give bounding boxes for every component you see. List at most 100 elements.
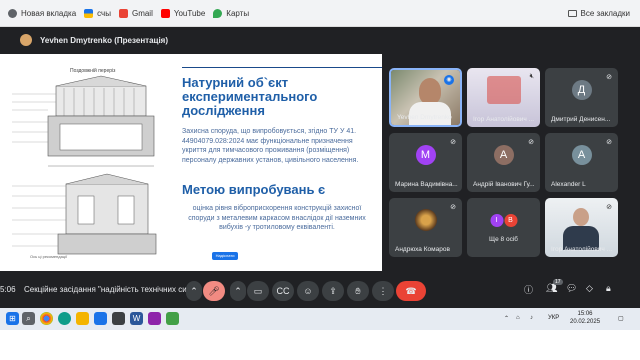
leave-call-button[interactable]: ☎︎ xyxy=(396,281,426,301)
participant-tile[interactable]: ◉ Yevhen Dmytrenko xyxy=(389,68,462,127)
bookmark-gmail[interactable]: Gmail xyxy=(118,8,153,18)
word-icon[interactable]: W xyxy=(130,312,143,325)
more-participants-avatars: І В xyxy=(490,214,517,227)
folder-icon xyxy=(567,9,577,17)
mic-off-icon: ⊘ xyxy=(450,139,456,146)
bookmark-label: счы xyxy=(97,8,111,18)
folder-icon[interactable] xyxy=(76,312,89,325)
video-content xyxy=(487,76,521,104)
meeting-clock: 5:06 xyxy=(0,285,16,294)
bookmark-new-tab[interactable]: Новая вкладка xyxy=(8,8,77,18)
bookmark-label: YouTube xyxy=(173,8,206,18)
bookmark-maps[interactable]: Карты xyxy=(213,8,250,18)
bookmark-label: Карты xyxy=(226,8,250,18)
bookmark-label: Новая вкладка xyxy=(21,8,77,18)
leaf-icon[interactable] xyxy=(166,312,179,325)
info-icon[interactable]: ⓘ xyxy=(524,283,533,296)
all-bookmarks-button[interactable]: Все закладки xyxy=(567,8,630,18)
slide-caption: Ось ці рекомендації xyxy=(30,254,68,259)
bookmark-youtube[interactable]: YouTube xyxy=(160,8,206,18)
bookmark-flag[interactable]: счы xyxy=(84,8,111,18)
participant-name: Yevhen Dmytrenko xyxy=(397,114,452,121)
meeting-area: Yevhen Dmytrenko (Презентація) Поздовжні… xyxy=(0,27,640,308)
slide-paragraph-object: Захисна споруда, що випробовується, згід… xyxy=(182,128,359,164)
app-icon[interactable] xyxy=(112,312,125,325)
windows-start-icon[interactable]: ⊞ xyxy=(6,312,19,325)
lock-icon[interactable]: 🔒︎ xyxy=(606,283,611,294)
participant-tile[interactable]: ⊘ Ігор Анатолійович ... xyxy=(545,198,618,257)
slide-mini-button: Надіслати xyxy=(212,252,238,260)
mic-off-icon: 🔇︎ xyxy=(529,73,534,80)
tray-arrow-icon[interactable]: ⌃ xyxy=(504,315,509,322)
presentation-slide[interactable]: Поздовжній переріз Натурний об`єкт експе… xyxy=(0,54,382,271)
keyboard-language[interactable]: УКР xyxy=(548,315,559,321)
participants-count: 17 xyxy=(553,279,563,285)
mic-off-icon: ⊘ xyxy=(606,74,612,81)
mic-off-icon: ⊘ xyxy=(606,139,612,146)
mic-off-icon: ⊘ xyxy=(450,204,456,211)
participant-tile[interactable]: Д ⊘ Дмитрий Денисен... xyxy=(545,68,618,127)
present-button[interactable]: ⇪ xyxy=(322,281,344,301)
flag-icon xyxy=(84,8,94,18)
emoji-button[interactable]: ☺ xyxy=(297,281,319,301)
participant-name: Андрюха Комаров xyxy=(395,246,450,253)
participant-avatar: Д xyxy=(571,80,592,100)
clock-time: 15:06 xyxy=(577,311,593,317)
all-bookmarks-label: Все закладки xyxy=(580,8,630,18)
participant-tile[interactable]: ⊘ Андрюха Комаров xyxy=(389,198,462,257)
speaking-icon: ◉ xyxy=(444,75,454,85)
participant-name: Ігор Анатолійович ... xyxy=(473,116,535,123)
presenter-bar: Yevhen Dmytrenko (Презентація) xyxy=(0,27,640,53)
more-participants-label: Ще 8 осіб xyxy=(489,236,518,243)
captions-button[interactable]: CC xyxy=(272,281,294,301)
participant-name: Дмитрий Денисен... xyxy=(551,116,611,123)
participant-tile[interactable]: A ⊘ Alexander L xyxy=(545,133,618,192)
volume-icon[interactable]: ♪ xyxy=(530,315,533,321)
screen: Новая вкладка счы Gmail YouTube Карты Вс… xyxy=(0,0,640,360)
participant-avatar: А xyxy=(493,145,514,165)
meeting-controls: 5:06 Секційне засідання "надійність техн… xyxy=(0,277,640,304)
technical-drawing xyxy=(12,75,157,255)
store-icon[interactable] xyxy=(94,312,107,325)
maps-icon xyxy=(213,8,223,18)
more-participants-tile[interactable]: І В Ще 8 осіб xyxy=(467,198,540,257)
slide-heading-object: Натурний об`єкт експериментального дослі… xyxy=(182,75,318,118)
participant-avatar: В xyxy=(504,214,517,227)
participant-tile[interactable]: А ⊘ Андрій Іванович Гу... xyxy=(467,133,540,192)
presenter-avatar xyxy=(20,34,32,46)
person-silhouette xyxy=(419,78,441,104)
slide-paragraph-goal: оцінка рівня віброприскорення конструкці… xyxy=(188,205,366,231)
bookmarks-bar: Новая вкладка счы Gmail YouTube Карты Вс… xyxy=(0,0,640,27)
slide-rule xyxy=(182,67,382,68)
camera-options-button[interactable]: ⌃ xyxy=(230,281,246,301)
participant-avatar: І xyxy=(490,214,503,227)
participant-name: Андрій Іванович Гу... xyxy=(473,181,535,188)
person-head xyxy=(573,208,589,226)
raise-hand-button[interactable]: ✋︎ xyxy=(347,281,369,301)
mic-off-button[interactable]: 🎤︎ xyxy=(203,281,225,301)
mic-options-button[interactable]: ⌃ xyxy=(186,281,202,301)
media-icon[interactable] xyxy=(148,312,161,325)
notifications-icon[interactable]: ▢ xyxy=(618,315,624,322)
camera-button[interactable]: ▭ xyxy=(247,281,269,301)
meeting-title: Секційне засідання "надійність технічних… xyxy=(24,285,198,294)
edge-icon[interactable] xyxy=(58,312,71,325)
search-icon[interactable]: ⌕ xyxy=(22,312,35,325)
participant-name: Ігор Анатолійович ... xyxy=(551,246,613,253)
participant-name: Alexander L xyxy=(551,181,586,188)
participant-tile[interactable]: М ⊘ Марина Вадимівна... xyxy=(389,133,462,192)
youtube-icon xyxy=(160,8,170,18)
more-options-button[interactable]: ⋮ xyxy=(372,281,394,301)
clock-date: 20.02.2025 xyxy=(570,319,601,325)
shapes-icon[interactable]: ◇ xyxy=(586,283,593,294)
chat-icon[interactable]: 💬︎ xyxy=(566,283,577,294)
taskbar-clock[interactable]: 15:06 20.02.2025 xyxy=(570,310,600,326)
taskbar: ⊞ ⌕ W ⌃ ⌂ ♪ УКР 15:06 20.02.2025 ▢ xyxy=(0,308,640,360)
mic-off-icon: ⊘ xyxy=(528,139,534,146)
network-icon[interactable]: ⌂ xyxy=(516,315,520,321)
gmail-icon xyxy=(118,8,128,18)
mic-off-icon: ⊘ xyxy=(606,204,612,211)
bookmark-label: Gmail xyxy=(131,8,153,18)
participant-tile[interactable]: 🔇︎ Ігор Анатолійович ... xyxy=(467,68,540,127)
chrome-icon[interactable] xyxy=(40,312,53,325)
